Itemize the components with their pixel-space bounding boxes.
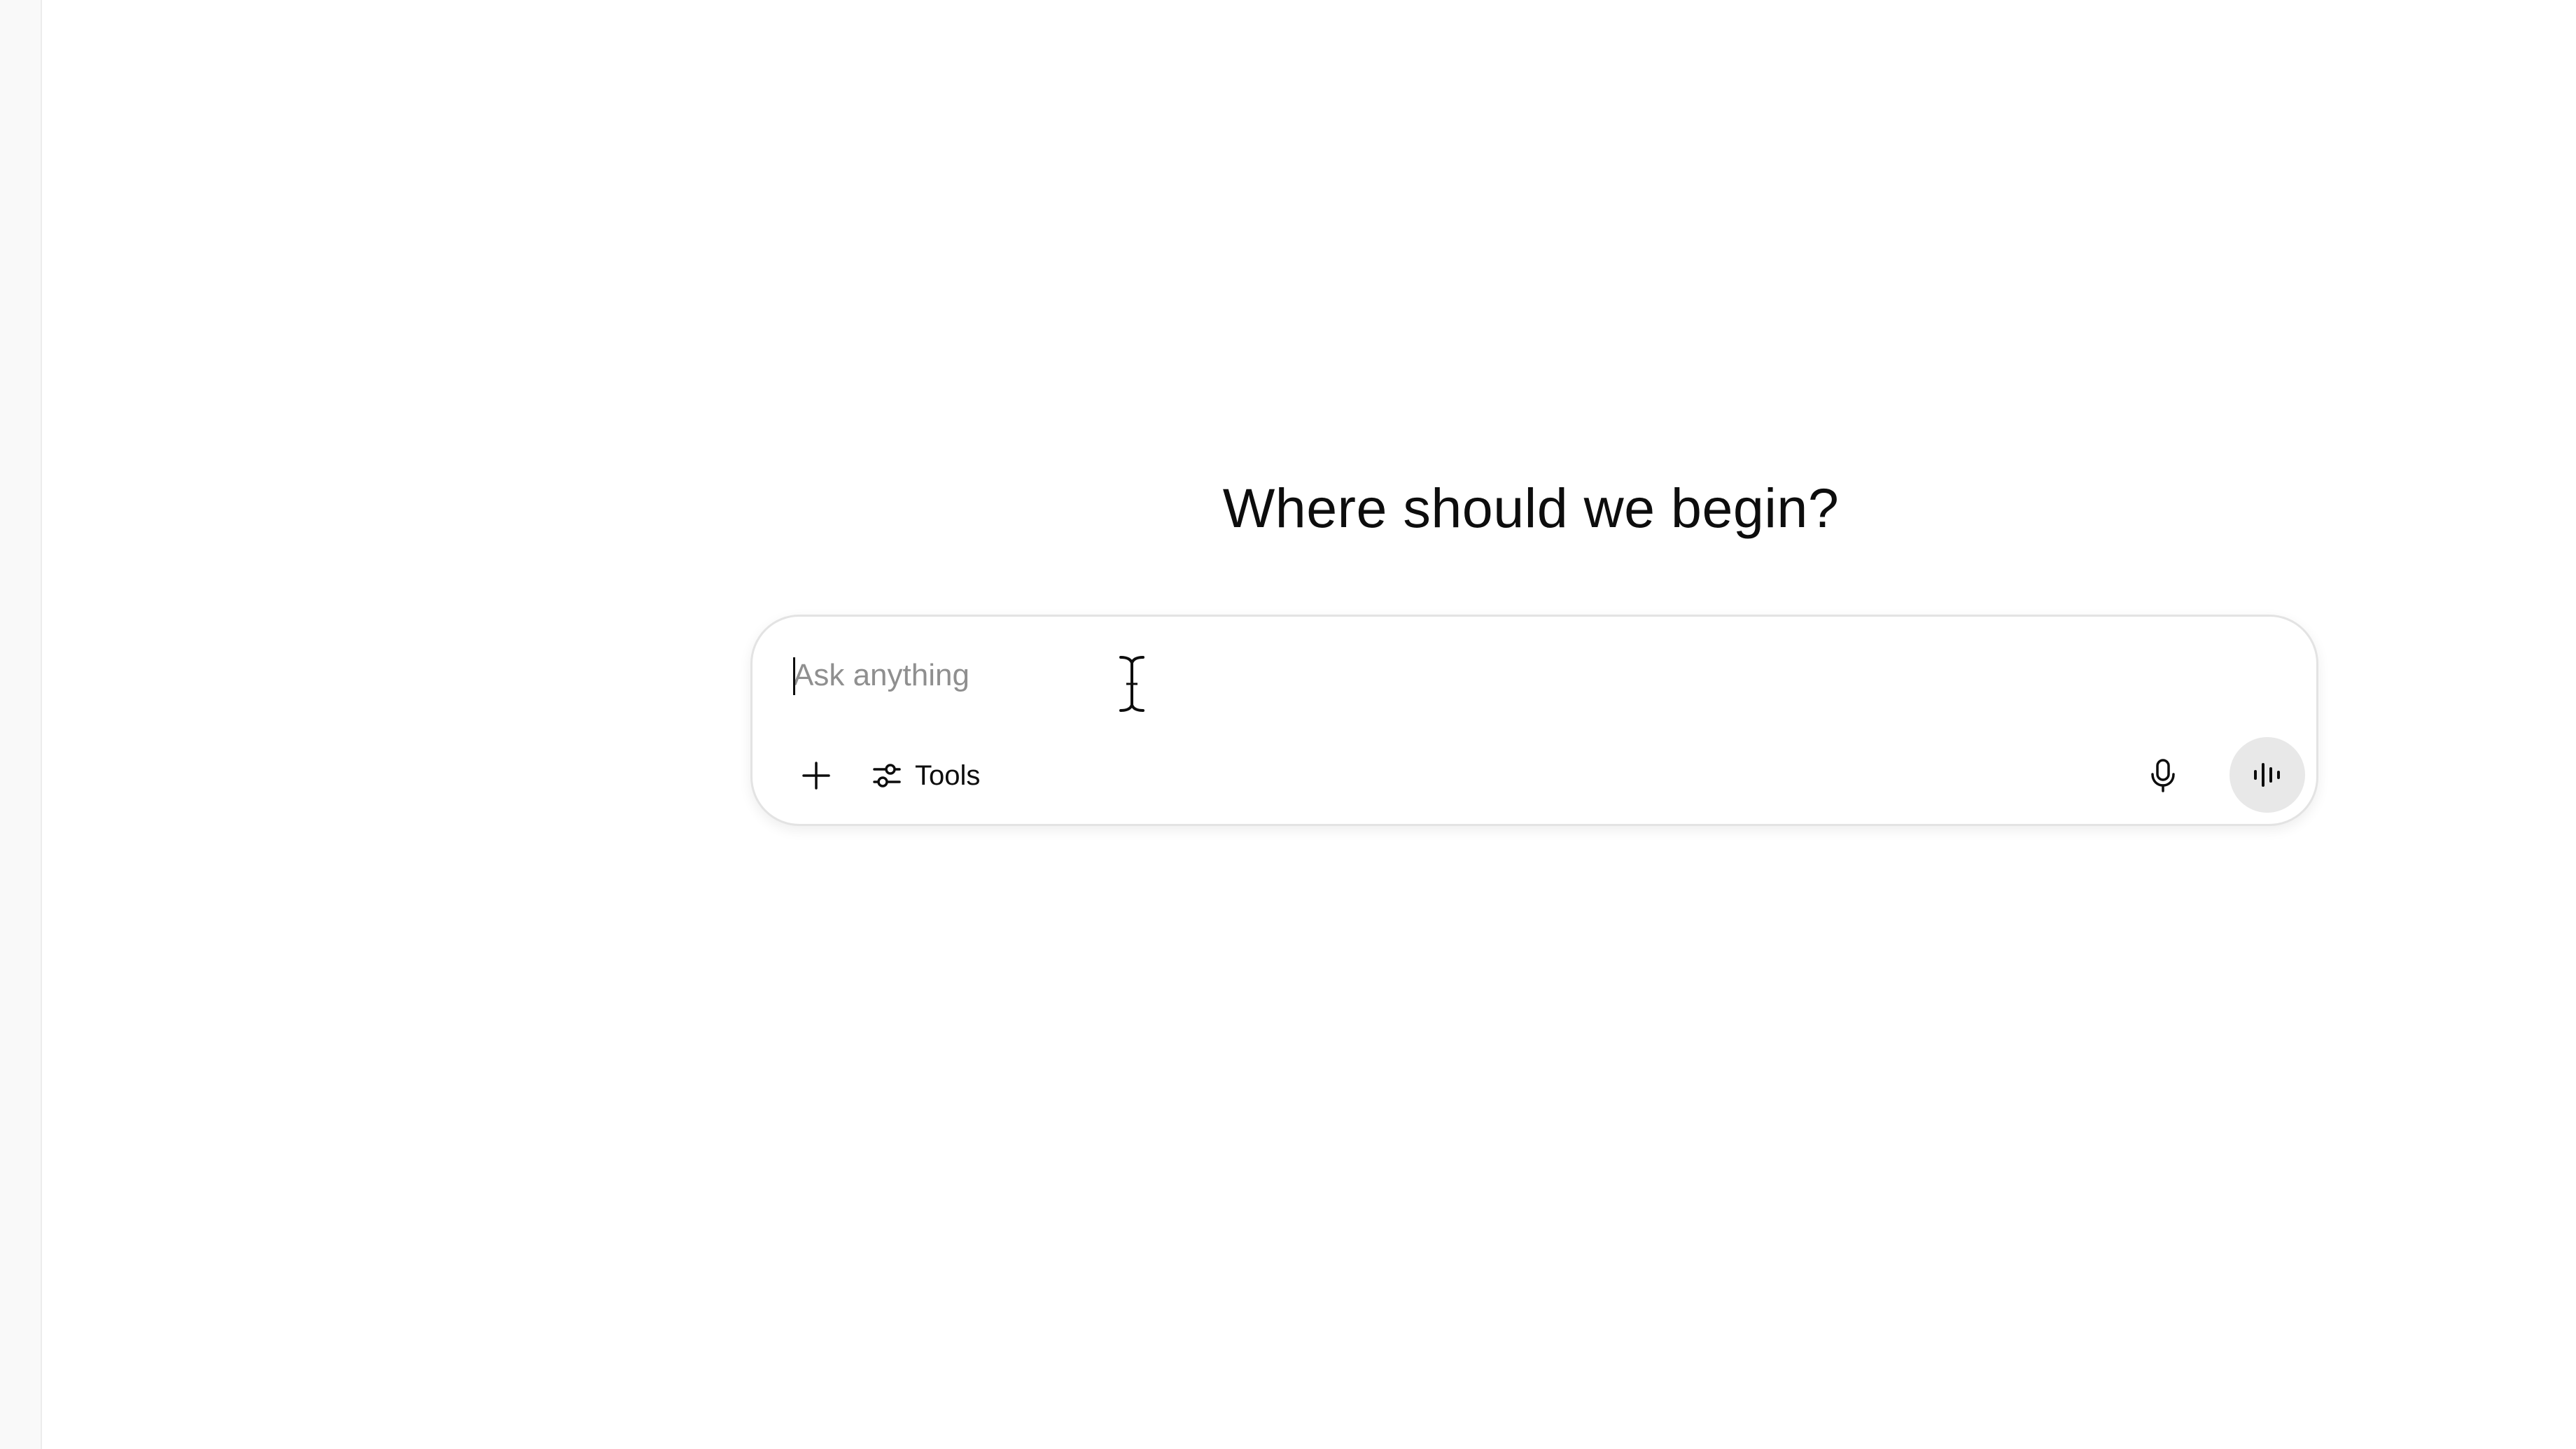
prompt-input[interactable] xyxy=(793,648,1913,704)
prompt-composer[interactable]: Tools xyxy=(750,615,2318,826)
text-caret xyxy=(793,657,795,695)
voice-waveform-icon xyxy=(2254,763,2280,787)
main-area: Where should we begin? Tools xyxy=(43,0,2576,1449)
microphone-icon xyxy=(2151,759,2175,792)
add-attachment-button[interactable] xyxy=(785,744,848,807)
voice-mode-button[interactable] xyxy=(2230,737,2305,813)
i-beam-cursor-icon xyxy=(1119,656,1144,712)
tools-label: Tools xyxy=(915,760,981,791)
tools-button[interactable]: Tools xyxy=(858,744,993,807)
dictate-button[interactable] xyxy=(2132,744,2194,807)
page-heading: Where should we begin? xyxy=(1222,477,1840,539)
sliders-icon xyxy=(873,764,901,788)
sidebar-rail xyxy=(0,0,42,1449)
plus-icon xyxy=(802,762,830,790)
